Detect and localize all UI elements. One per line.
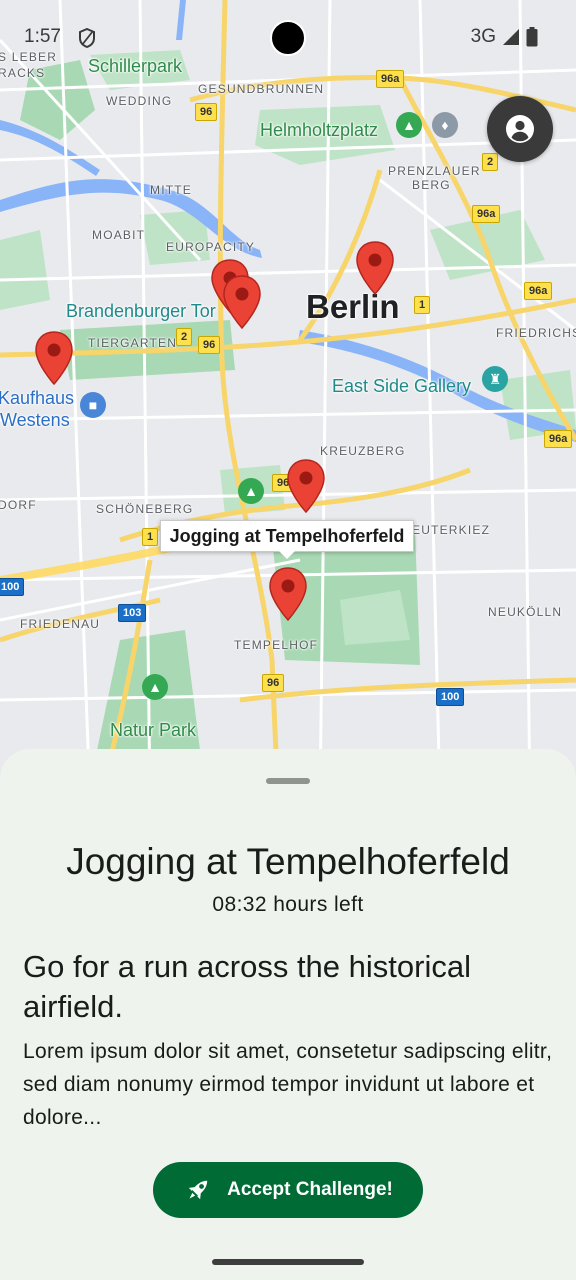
road-shield-2: 2 bbox=[176, 328, 193, 346]
place-label-schillerpark: Schillerpark bbox=[88, 56, 183, 76]
time-left-text: 08:32 hours left bbox=[212, 893, 364, 916]
road-shield-96a: 96a bbox=[376, 70, 405, 88]
district-label-neuterkiez: EUTERKIEZ bbox=[412, 523, 491, 537]
map-marker-pin[interactable] bbox=[34, 330, 74, 386]
challenge-title: Jogging at Tempelhoferfeld bbox=[66, 841, 510, 882]
road-shield-96: 96 bbox=[262, 674, 285, 692]
road-shield-96a: 96a bbox=[544, 430, 573, 448]
district-label-moabit: MOABIT bbox=[92, 228, 146, 242]
district-label-leber-2: RACKS bbox=[0, 66, 46, 80]
gesture-nav-handle[interactable] bbox=[212, 1259, 364, 1265]
district-label-europacity: EUROPACITY bbox=[166, 240, 256, 254]
road-shield-100: 100 bbox=[0, 578, 25, 596]
place-label-east-side-gallery: East Side Gallery bbox=[332, 376, 472, 396]
shopping-bag-icon: ■ bbox=[80, 392, 106, 418]
road-shield-1: 1 bbox=[142, 528, 159, 546]
account-circle-icon bbox=[506, 115, 534, 143]
challenge-heading: Go for a run across the historical airfi… bbox=[23, 949, 471, 1024]
place-label-kaufhaus: Kaufhaus bbox=[0, 388, 75, 408]
accept-challenge-label: Accept Challenge! bbox=[227, 1179, 393, 1200]
district-label-dorf: DORF bbox=[0, 498, 37, 512]
challenge-bottom-sheet[interactable]: Jogging at Tempelhoferfeld 08:32 hours l… bbox=[0, 749, 576, 1280]
road-shield-96: 96 bbox=[198, 336, 221, 354]
district-label-gesundbrunnen: GESUNDBRUNNEN bbox=[198, 82, 325, 96]
map-marker-pin-selected[interactable] bbox=[268, 566, 308, 622]
place-label-brandenburger-tor: Brandenburger Tor bbox=[66, 301, 216, 321]
district-label-schoneberg: SCHÖNEBERG bbox=[96, 502, 194, 516]
road-shield-100: 100 bbox=[436, 688, 465, 706]
road-shield-96a: 96a bbox=[472, 205, 501, 223]
map-marker-pin[interactable] bbox=[286, 458, 326, 514]
profile-button[interactable] bbox=[487, 96, 553, 162]
district-label-neukolln: NEUKÖLLN bbox=[488, 605, 563, 619]
road-shield-103: 103 bbox=[118, 604, 147, 622]
sheet-drag-handle[interactable] bbox=[266, 778, 310, 784]
place-label-natur-park: Natur Park bbox=[110, 720, 197, 740]
district-label-friedrichs: FRIEDRICHS bbox=[496, 326, 576, 340]
tree-icon: ▲ bbox=[396, 112, 422, 138]
place-label-helmholtzplatz: Helmholtzplatz bbox=[260, 120, 379, 140]
graduation-cap-icon: ♦ bbox=[432, 112, 458, 138]
district-label-kreuzberg: KREUZBERG bbox=[320, 444, 406, 458]
marker-info-window[interactable]: Jogging at Tempelhoferfeld bbox=[160, 520, 414, 559]
district-label-prenzlauer-berg: BERG bbox=[412, 178, 451, 192]
district-label-tempelhof: TEMPELHOF bbox=[234, 638, 319, 652]
place-label-westens: Westens bbox=[0, 410, 70, 430]
map-marker-pin[interactable] bbox=[222, 274, 262, 330]
district-label-leber: S LEBER bbox=[0, 50, 58, 64]
accept-challenge-button[interactable]: Accept Challenge! bbox=[153, 1162, 423, 1218]
road-shield-2: 2 bbox=[482, 153, 499, 171]
road-shield-96a: 96a bbox=[524, 282, 553, 300]
landmark-icon: ♜ bbox=[482, 366, 508, 392]
district-label-prenzlauer: PRENZLAUER bbox=[388, 164, 481, 178]
district-label-friedenau: FRIEDENAU bbox=[20, 617, 101, 631]
tree-icon: ▲ bbox=[238, 478, 264, 504]
challenge-description: Lorem ipsum dolor sit amet, consetetur s… bbox=[23, 1040, 553, 1129]
district-label-mitte: MITTE bbox=[150, 183, 192, 197]
road-shield-1: 1 bbox=[414, 296, 431, 314]
map-marker-pin[interactable] bbox=[355, 240, 395, 296]
district-label-wedding: WEDDING bbox=[106, 94, 173, 108]
rocket-icon bbox=[188, 1180, 208, 1200]
tree-icon: ▲ bbox=[142, 674, 168, 700]
district-label-tiergarten: TIERGARTEN bbox=[88, 336, 178, 350]
camera-cutout bbox=[270, 20, 306, 56]
road-shield-96: 96 bbox=[195, 103, 218, 121]
